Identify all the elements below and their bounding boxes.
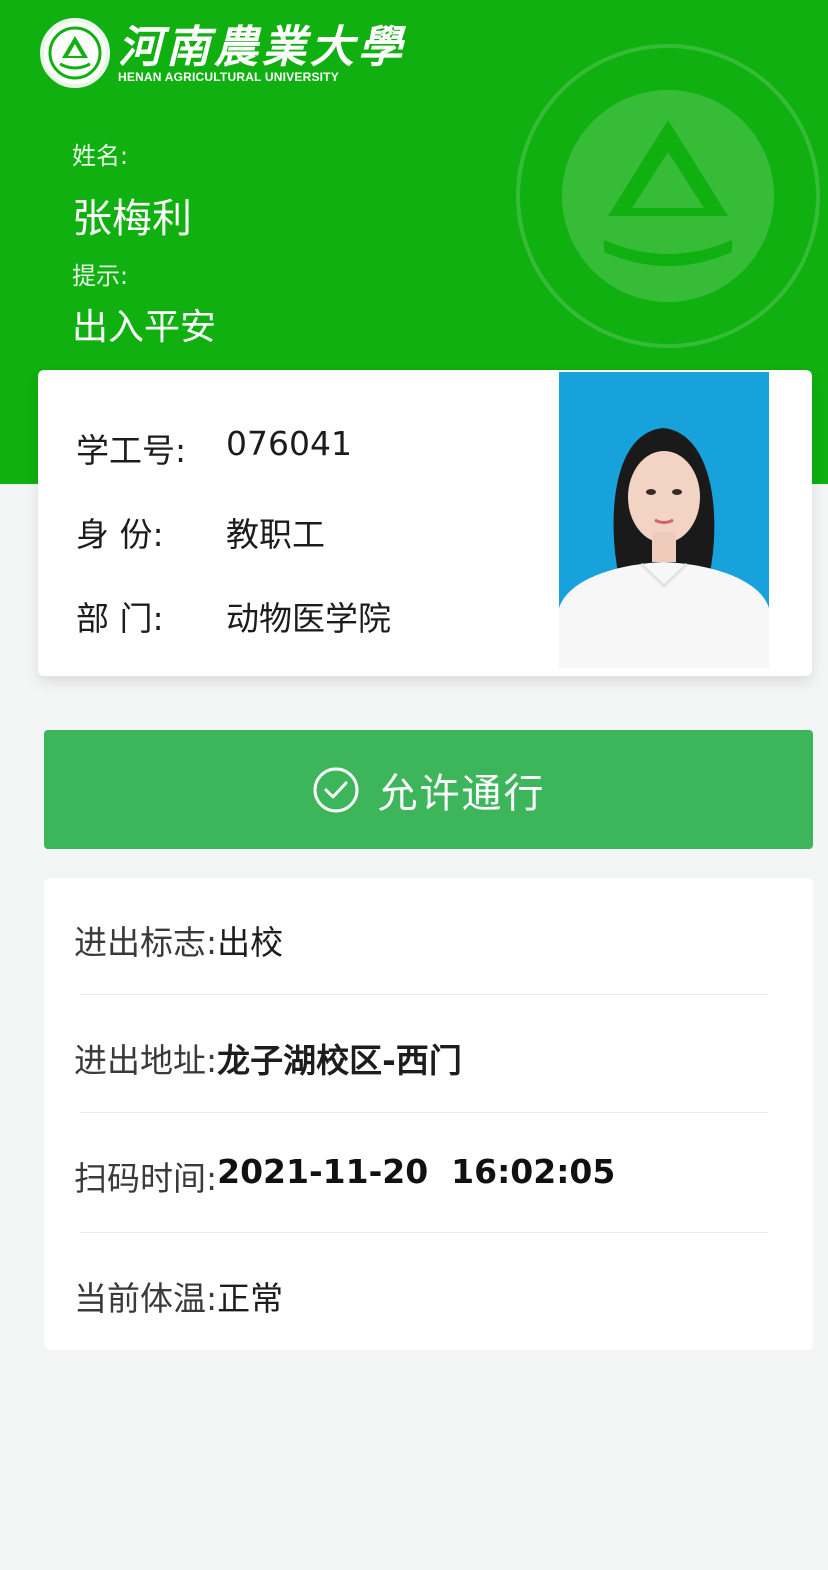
location-label: 进出地址: <box>74 1041 218 1080</box>
profile-card: 学工号: 076041 身 份: 教职工 部 门: 动物医学院 <box>38 370 812 676</box>
role-value: 教职工 <box>226 515 325 554</box>
location-value: 龙子湖校区-西门 <box>217 1041 462 1080</box>
temperature-value: 正常 <box>217 1279 284 1318</box>
divider <box>80 1112 768 1113</box>
id-value: 076041 <box>226 424 352 463</box>
university-logo: 河南農業大學 HENAN AGRICULTURAL UNIVERSITY <box>40 18 406 88</box>
role-row: 身 份: 教职工 <box>76 508 325 556</box>
dept-label: 部 门: <box>76 599 164 638</box>
university-name-cn: 河南農業大學 <box>118 22 406 73</box>
name-label: 姓名: <box>72 142 129 170</box>
direction-value: 出校 <box>217 923 284 962</box>
divider <box>80 1232 768 1233</box>
university-emblem-icon <box>40 18 110 88</box>
id-row: 学工号: 076041 <box>76 424 352 472</box>
tip-value: 出入平安 <box>72 307 217 348</box>
scan-time-value: 2021-11-20 16:02:05 <box>217 1152 616 1191</box>
check-circle-icon <box>313 767 358 812</box>
scan-time-label: 扫码时间: <box>74 1159 218 1198</box>
dept-value: 动物医学院 <box>226 599 391 638</box>
university-seal-watermark <box>516 44 820 348</box>
id-label: 学工号: <box>76 431 187 470</box>
pass-status-button[interactable]: 允许通行 <box>44 730 813 849</box>
scan-time-row: 扫码时间: 2021-11-20 16:02:05 <box>74 1152 615 1200</box>
temperature-row: 当前体温: 正常 <box>74 1272 283 1320</box>
temperature-label: 当前体温: <box>74 1279 218 1318</box>
name-value: 张梅利 <box>72 196 192 242</box>
location-row: 进出地址: 龙子湖校区-西门 <box>74 1034 462 1082</box>
profile-photo <box>559 372 769 668</box>
tip-label: 提示: <box>72 262 129 290</box>
pass-status-label: 允许通行 <box>377 770 546 817</box>
divider <box>80 994 768 995</box>
direction-label: 进出标志: <box>74 923 218 962</box>
dept-row: 部 门: 动物医学院 <box>76 592 391 640</box>
direction-row: 进出标志: 出校 <box>74 916 283 964</box>
role-label: 身 份: <box>76 515 164 554</box>
access-details-card: 进出标志: 出校 进出地址: 龙子湖校区-西门 扫码时间: 2021-11-20… <box>44 878 813 1350</box>
